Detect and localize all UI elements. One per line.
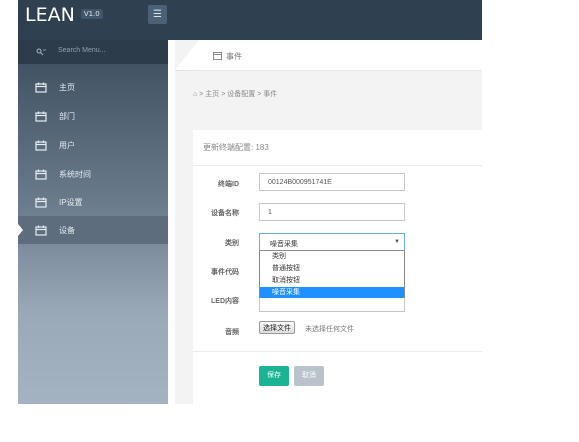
hamburger-icon: ☰: [153, 9, 162, 20]
breadcrumb-separator: >: [257, 91, 262, 98]
breadcrumb-separator: >: [199, 91, 204, 98]
sidebar-item-devices[interactable]: 设备: [18, 216, 168, 244]
sidebar: Search Menu... 主页 部门 用户 系统时间 IP设置 设备: [18, 40, 168, 404]
tab-label: 事件: [226, 52, 242, 61]
sidebar-search[interactable]: Search Menu...: [18, 40, 168, 64]
category-select[interactable]: 噪音采集 ▼: [259, 233, 405, 251]
search-input[interactable]: Search Menu...: [58, 47, 105, 54]
version-badge: V1.0: [80, 8, 103, 19]
calendar-icon: [35, 225, 47, 236]
terminal-id-label: 终端ID: [218, 181, 239, 188]
search-menu-icon: [36, 48, 46, 56]
sidebar-item-label: 设备: [59, 226, 75, 235]
choose-file-button[interactable]: 选择文件: [259, 321, 295, 334]
breadcrumb: ⌂ > 主页 > 设备配置 > 事件: [193, 89, 277, 99]
sidebar-item-ip-settings[interactable]: IP设置: [18, 188, 168, 216]
dropdown-option[interactable]: 类别: [260, 251, 404, 263]
chevron-down-icon: ▼: [394, 239, 400, 245]
calendar-icon: [35, 111, 47, 122]
sidebar-item-home[interactable]: 主页: [18, 73, 168, 101]
sidebar-item-system-time[interactable]: 系统时间: [18, 160, 168, 188]
form-card: 更新终端配置: 183 终端ID 00124B000951741E 设备名称 1…: [193, 130, 482, 404]
tab-events[interactable]: 事件: [199, 40, 482, 71]
category-selected-value: 噪音采集: [270, 241, 298, 248]
active-marker: [18, 224, 23, 236]
logo-text: LEAN: [25, 4, 75, 26]
main-content: 事件 ⌂ > 主页 > 设备配置 > 事件 更新终端配置: 183 终端ID 0…: [175, 40, 482, 404]
save-button[interactable]: 保存: [259, 366, 289, 386]
led-content-input[interactable]: [259, 298, 405, 312]
terminal-id-input[interactable]: 00124B000951741E: [259, 173, 405, 191]
breadcrumb-item-device-config[interactable]: 设备配置: [227, 91, 255, 98]
menu-toggle-button[interactable]: ☰: [148, 5, 167, 24]
sidebar-item-label: IP设置: [59, 198, 83, 207]
audio-label: 音频: [225, 329, 239, 336]
divider: [193, 351, 482, 352]
dropdown-option[interactable]: 普通按钮: [260, 263, 404, 275]
sidebar-item-label: 用户: [59, 141, 75, 150]
sidebar-item-users[interactable]: 用户: [18, 131, 168, 159]
sidebar-item-label: 主页: [59, 83, 75, 92]
tab-notch: [175, 40, 199, 70]
calendar-icon: [35, 169, 47, 180]
cancel-button[interactable]: 取消: [294, 366, 324, 386]
tab-bar: 事件: [175, 40, 482, 71]
divider: [193, 165, 482, 166]
event-code-label: 事件代码: [211, 269, 239, 276]
top-navbar: LEAN V1.0 ☰: [18, 0, 482, 40]
sidebar-item-department[interactable]: 部门: [18, 102, 168, 130]
sidebar-item-label: 部门: [59, 112, 75, 121]
category-dropdown[interactable]: 类别 普通按钮 取消按钮 噪音采集: [259, 250, 405, 300]
dropdown-option[interactable]: 取消按钮: [260, 275, 404, 287]
calendar-icon: [35, 197, 47, 208]
app-logo[interactable]: LEAN V1.0: [25, 4, 103, 26]
file-status-text: 未选择任何文件: [305, 326, 354, 333]
device-name-label: 设备名称: [211, 210, 239, 217]
home-icon[interactable]: ⌂: [193, 91, 197, 98]
category-label: 类别: [225, 240, 239, 247]
breadcrumb-item-events: 事件: [263, 91, 278, 98]
calendar-icon: [35, 140, 47, 151]
calendar-icon: [35, 82, 47, 93]
device-name-input[interactable]: 1: [259, 203, 405, 221]
breadcrumb-item-home[interactable]: 主页: [205, 91, 219, 98]
breadcrumb-separator: >: [221, 91, 226, 98]
card-title: 更新终端配置: 183: [203, 143, 269, 152]
led-content-label: LED内容: [211, 298, 239, 305]
sidebar-item-label: 系统时间: [59, 170, 91, 179]
window-icon: [213, 52, 222, 60]
